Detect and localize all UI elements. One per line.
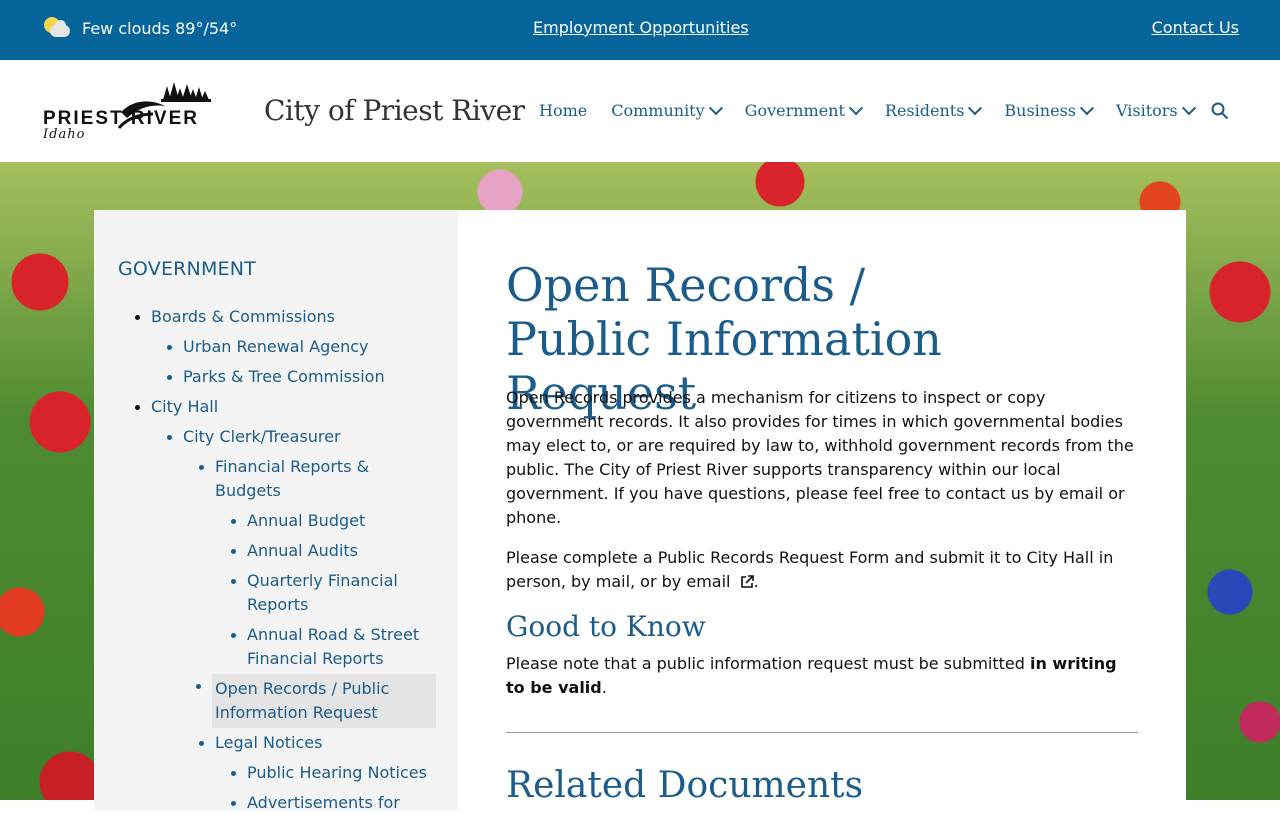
sidebar-item-annual-audits[interactable]: Annual Audits [231,539,358,563]
intro-paragraph: Open Records provides a mechanism for ci… [506,388,1134,527]
sidebar-item-city-hall[interactable]: City Hall [134,395,218,419]
employment-opportunities-link[interactable]: Employment Opportunities [533,18,749,37]
divider [506,732,1138,733]
sidebar-item-financial-reports-budgets[interactable]: Financial Reports & Budgets [199,455,415,503]
chevron-down-icon [1181,100,1196,115]
sidebar-item-open-records[interactable]: Open Records / Public Information Reques… [196,674,436,728]
external-link-icon[interactable] [740,572,754,588]
sidebar-item-boards-commissions[interactable]: Boards & Commissions [135,305,335,329]
priest-river-logo[interactable]: PRIEST RIVER Idaho [42,82,218,142]
good-to-know-heading: Good to Know [506,610,706,643]
top-bar: Few clouds 89°/54° Employment Opportunit… [0,0,1280,60]
search-icon[interactable] [1211,102,1229,120]
sidebar-item-public-hearing-notices[interactable]: Public Hearing Notices [231,761,427,785]
main-nav: Home Community Government Residents Busi… [539,100,1218,120]
contact-us-link[interactable]: Contact Us [1152,18,1239,37]
site-title[interactable]: City of Priest River [264,94,525,127]
sidebar-item-annual-road-street-reports[interactable]: Annual Road & Street Financial Reports [231,623,427,671]
logo-text: PRIEST RIVER [43,108,199,129]
sidebar-item-annual-budget[interactable]: Annual Budget [230,509,365,533]
note-paragraph: Please note that a public information re… [506,654,1117,697]
nav-business[interactable]: Business [1004,100,1095,120]
sidebar-item-quarterly-financial-reports[interactable]: Quarterly Financial Reports [231,569,427,617]
logo-subtext: Idaho [43,127,85,142]
chevron-down-icon [848,100,863,115]
chevron-down-icon [968,100,983,115]
content-panel: GOVERNMENT Boards & Commissions Urban Re… [94,210,1186,812]
nav-visitors[interactable]: Visitors [1116,100,1196,120]
weather-widget: Few clouds 89°/54° [44,17,237,39]
request-paragraph: Please complete a Public Records Request… [506,548,1114,591]
sidebar-item-legal-notices[interactable]: Legal Notices [198,731,322,755]
sidebar: GOVERNMENT Boards & Commissions Urban Re… [94,210,458,812]
sidebar-item-urban-renewal-agency[interactable]: Urban Renewal Agency [166,335,368,359]
sidebar-item-advertisements[interactable]: Advertisements for [231,791,400,815]
sidebar-item-city-clerk-treasurer[interactable]: City Clerk/Treasurer [167,425,341,449]
chevron-down-icon [708,100,723,115]
site-header: PRIEST RIVER Idaho City of Priest River … [0,60,1280,162]
nav-community[interactable]: Community [611,100,723,120]
weather-text: Few clouds 89°/54° [82,18,238,38]
nav-residents[interactable]: Residents [885,100,983,120]
nav-home[interactable]: Home [539,101,587,120]
nav-government[interactable]: Government [745,100,863,120]
sidebar-title[interactable]: GOVERNMENT [118,258,256,280]
partly-cloudy-icon [44,17,72,39]
chevron-down-icon [1079,100,1095,115]
sidebar-item-parks-tree-commission[interactable]: Parks & Tree Commission [167,365,385,389]
